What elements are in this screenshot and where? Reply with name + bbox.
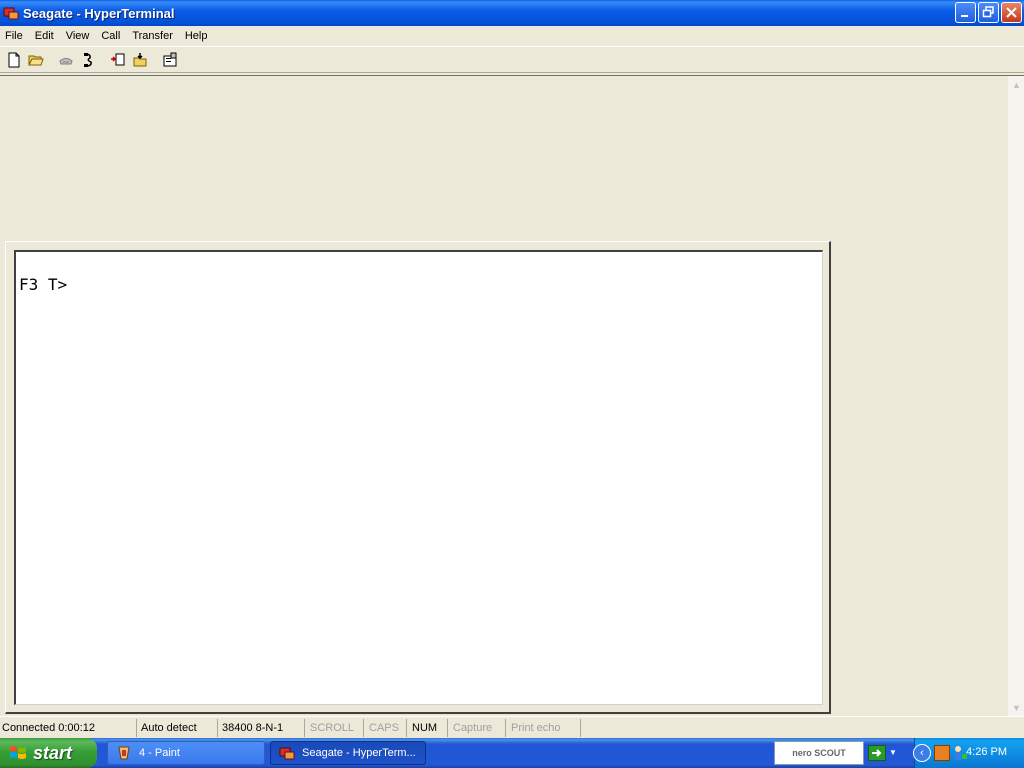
disconnect-button[interactable] bbox=[77, 49, 99, 71]
properties-button[interactable] bbox=[159, 49, 181, 71]
status-settings: 38400 8-N-1 bbox=[218, 718, 305, 737]
system-tray: ‹ 4:26 PM bbox=[913, 738, 1024, 768]
connect-phone-icon bbox=[59, 57, 73, 64]
status-print-echo: Print echo bbox=[506, 718, 581, 737]
menu-file[interactable]: File bbox=[0, 30, 29, 42]
properties-icon bbox=[163, 52, 177, 66]
minimize-button[interactable] bbox=[955, 2, 976, 23]
status-connected: Connected 0:00:12 bbox=[0, 718, 137, 737]
status-capture: Capture bbox=[448, 718, 506, 737]
menu-call[interactable]: Call bbox=[95, 30, 126, 42]
paint-icon bbox=[118, 746, 130, 760]
open-folder-icon bbox=[28, 55, 44, 65]
hyperterminal-icon bbox=[279, 747, 295, 760]
disconnect-icon bbox=[84, 52, 92, 67]
start-label: start bbox=[33, 742, 73, 763]
terminal-workarea: F3 T> ▲ ▼ bbox=[0, 75, 1024, 716]
scroll-down-icon[interactable]: ▼ bbox=[1008, 699, 1024, 716]
show-hidden-icons-icon[interactable]: ‹ bbox=[913, 744, 931, 762]
status-caps: CAPS bbox=[364, 718, 407, 737]
nero-scout-label: nero SCOUT bbox=[792, 748, 846, 758]
taskbar-paint-label: 4 - Paint bbox=[139, 747, 180, 759]
menu-help[interactable]: Help bbox=[179, 30, 214, 42]
connect-button[interactable] bbox=[55, 49, 77, 71]
windows-logo-icon bbox=[10, 746, 26, 759]
terminal-output: F3 T> bbox=[19, 275, 68, 294]
taskbar-hyperterminal-label: Seagate - HyperTerm... bbox=[302, 747, 416, 759]
send-button[interactable] bbox=[107, 49, 129, 71]
terminal-screen[interactable]: F3 T> bbox=[14, 250, 823, 705]
restore-icon bbox=[982, 6, 994, 18]
vertical-scrollbar[interactable]: ▲ ▼ bbox=[1007, 76, 1024, 716]
scroll-up-icon[interactable]: ▲ bbox=[1008, 76, 1024, 93]
close-button[interactable] bbox=[1001, 2, 1022, 23]
open-button[interactable] bbox=[25, 49, 47, 71]
dropdown-arrow-icon[interactable]: ▼ bbox=[889, 748, 897, 757]
terminal-frame: F3 T> bbox=[5, 241, 831, 714]
taskbar: start 4 - Paint Seagate - HyperTerm... n… bbox=[0, 738, 1024, 768]
new-connection-button[interactable] bbox=[3, 49, 25, 71]
receive-icon bbox=[133, 52, 147, 66]
status-num: NUM bbox=[407, 718, 448, 737]
start-button[interactable]: start bbox=[0, 738, 97, 768]
window-title: Seagate - HyperTerminal bbox=[23, 5, 175, 21]
taskbar-paint[interactable]: 4 - Paint bbox=[107, 741, 265, 765]
status-detect: Auto detect bbox=[137, 718, 218, 737]
menu-edit[interactable]: Edit bbox=[29, 30, 60, 42]
new-document-icon bbox=[8, 52, 20, 67]
hyperterminal-icon[interactable] bbox=[3, 5, 19, 21]
taskbar-hyperterminal[interactable]: Seagate - HyperTerm... bbox=[270, 741, 426, 765]
menu-transfer[interactable]: Transfer bbox=[126, 30, 179, 42]
close-icon bbox=[1006, 7, 1017, 18]
minimize-icon bbox=[961, 15, 968, 17]
clock[interactable]: 4:26 PM bbox=[966, 746, 1007, 758]
status-bar: Connected 0:00:12 Auto detect 38400 8-N-… bbox=[0, 716, 1024, 738]
toolbar bbox=[0, 46, 1024, 73]
tray-app-icon[interactable] bbox=[934, 745, 950, 761]
status-scroll: SCROLL bbox=[305, 718, 364, 737]
title-bar[interactable]: Seagate - HyperTerminal bbox=[0, 0, 1024, 26]
menu-bar: File Edit View Call Transfer Help bbox=[0, 26, 1024, 45]
receive-button[interactable] bbox=[129, 49, 151, 71]
restore-button[interactable] bbox=[978, 2, 999, 23]
menu-view[interactable]: View bbox=[60, 30, 96, 42]
go-arrow-icon[interactable] bbox=[868, 745, 886, 761]
send-icon bbox=[111, 53, 125, 65]
nero-scout-toolbar[interactable]: nero SCOUT bbox=[774, 741, 864, 765]
